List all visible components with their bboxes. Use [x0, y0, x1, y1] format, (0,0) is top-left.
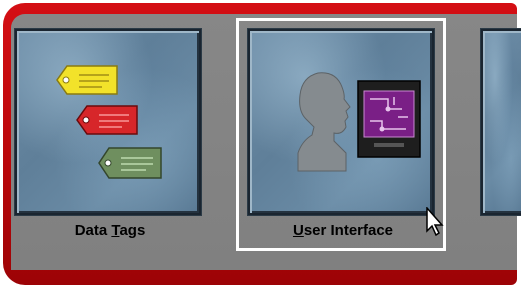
data-tags-icon [56, 65, 162, 179]
selection-highlight [236, 18, 446, 251]
mouse-pointer-icon [426, 207, 444, 237]
next-tile-partial[interactable] [481, 29, 521, 215]
data-tags-label-part1: Data [74, 222, 112, 239]
data-tags-tile[interactable] [15, 29, 201, 215]
data-tags-label-part2: ags [119, 222, 146, 239]
data-tags-label: Data Tags [5, 222, 215, 239]
